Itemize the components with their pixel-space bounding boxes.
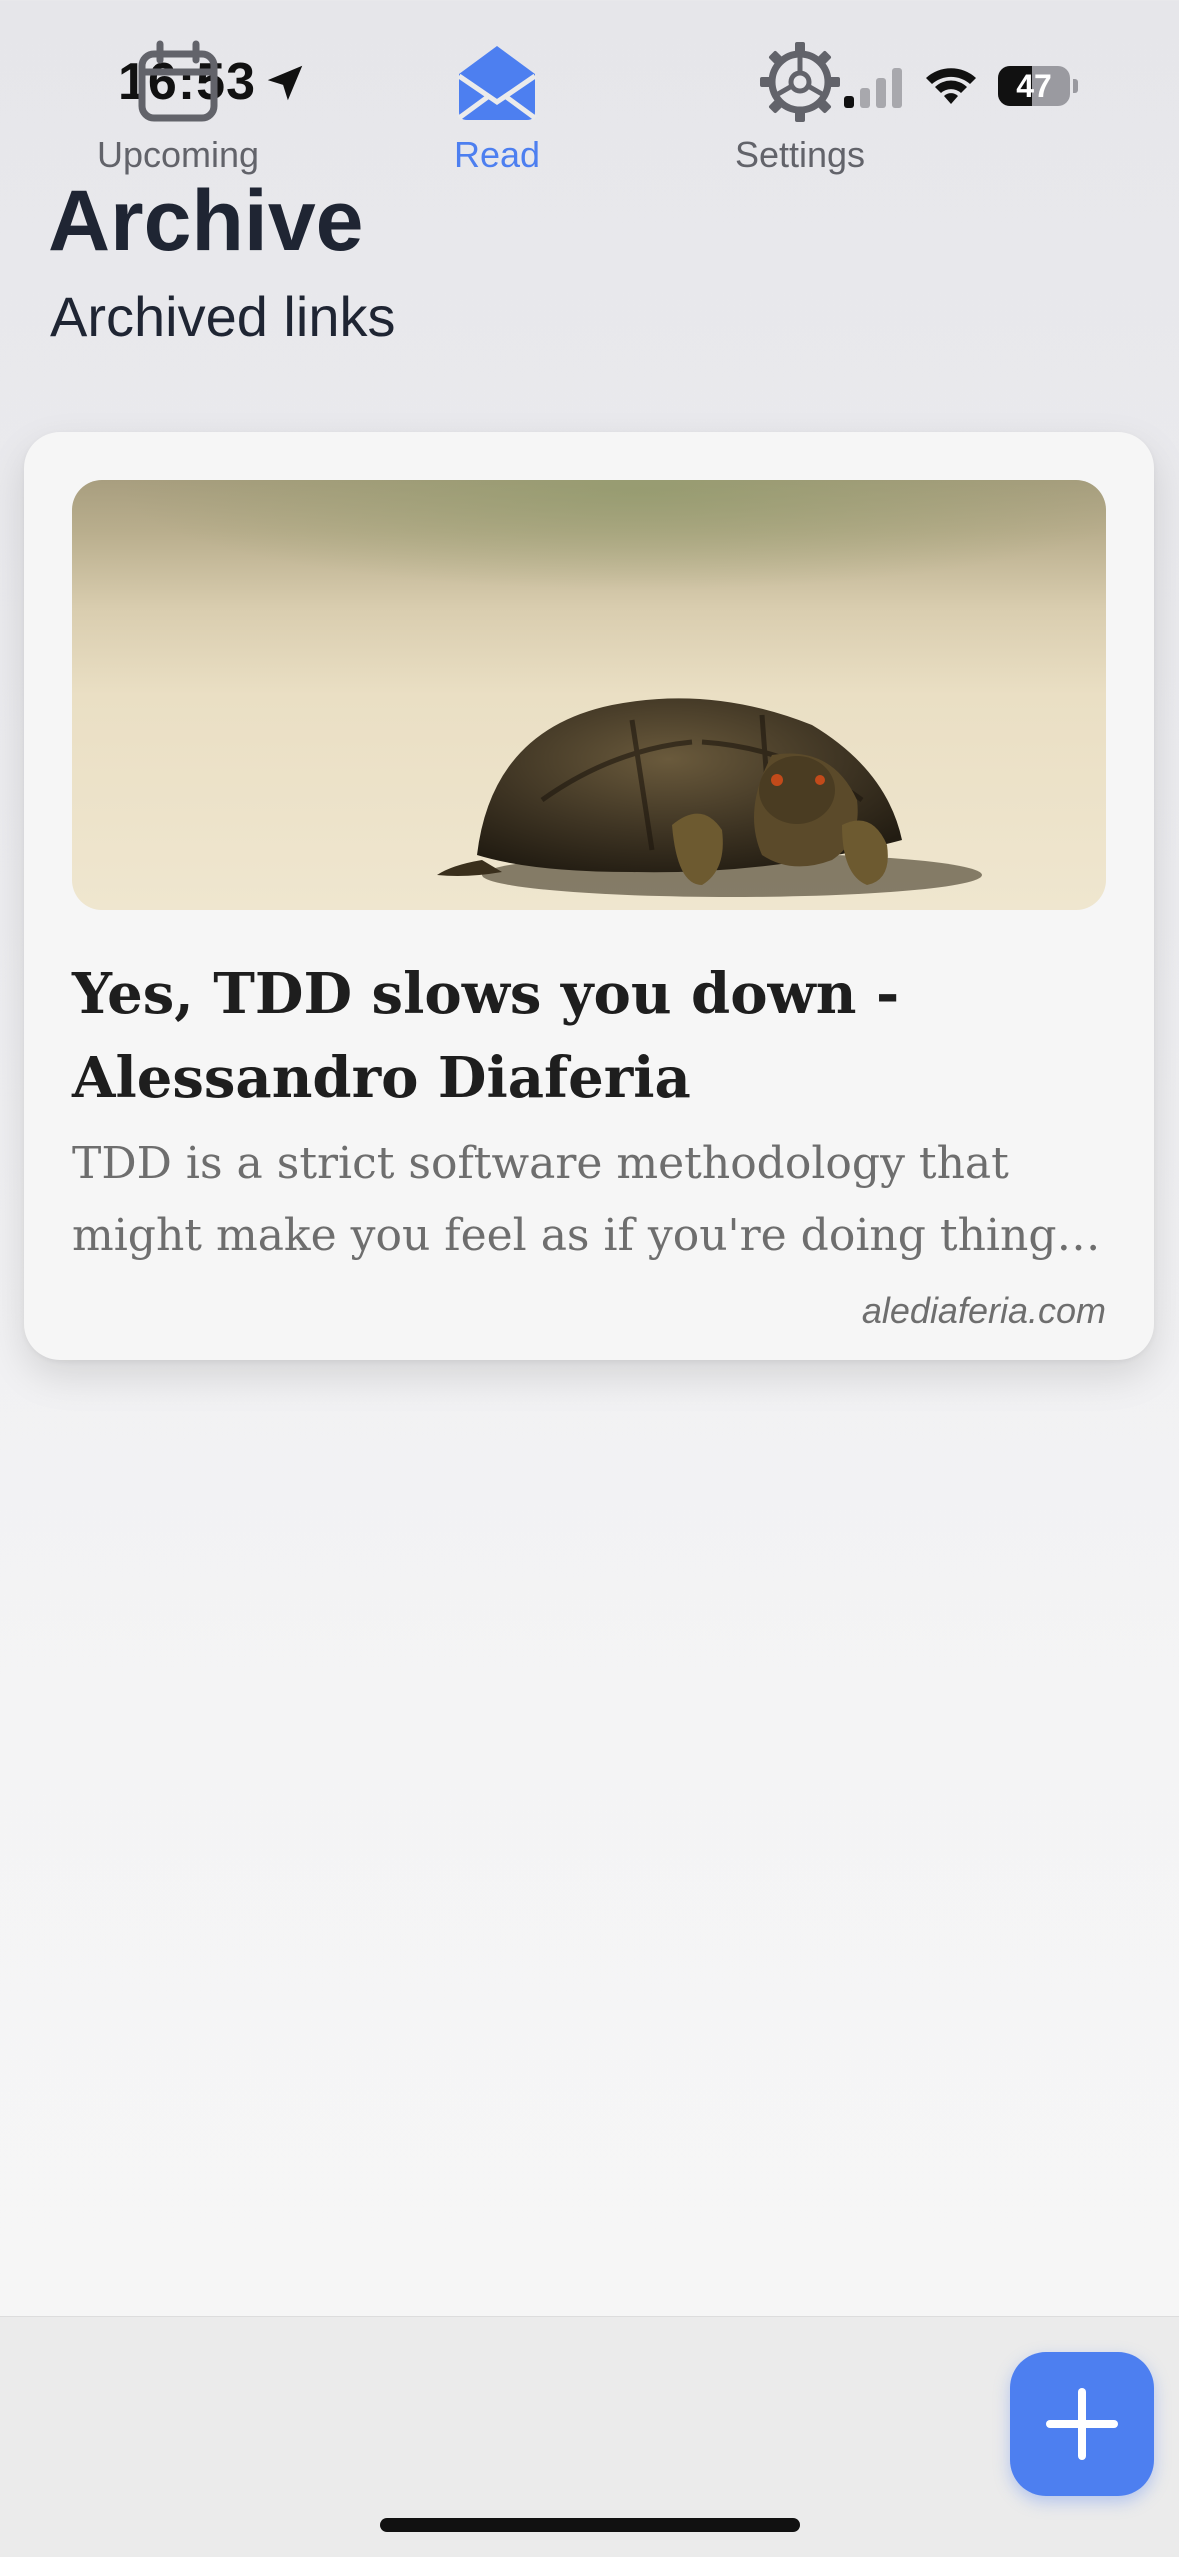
plus-icon bbox=[1046, 2388, 1118, 2460]
card-domain: alediaferia.com bbox=[861, 1290, 1106, 1331]
tab-label-read: Read bbox=[453, 134, 541, 175]
card-description: TDD is a strict software methodology tha… bbox=[72, 1138, 1080, 1261]
calendar-icon bbox=[138, 40, 218, 122]
open-envelope-icon bbox=[457, 46, 537, 121]
tab-upcoming[interactable]: Upcoming bbox=[38, 40, 318, 190]
tab-label-upcoming: Upcoming bbox=[96, 134, 260, 175]
battery-icon: 47 bbox=[998, 66, 1078, 106]
add-link-button[interactable] bbox=[1010, 2352, 1154, 2496]
home-indicator[interactable] bbox=[380, 2518, 800, 2532]
tab-read[interactable]: Read bbox=[357, 40, 637, 190]
card-thumbnail-turtle-photo bbox=[72, 480, 1106, 910]
battery-percent: 47 bbox=[1016, 68, 1052, 104]
tab-settings[interactable]: Settings bbox=[660, 40, 940, 190]
gear-icon bbox=[760, 42, 840, 122]
archived-link-card[interactable]: Yes, TDD slows you down - Alessandro Dia… bbox=[24, 432, 1154, 1360]
page-subtitle: Archived links bbox=[50, 285, 396, 348]
tab-label-settings: Settings bbox=[734, 134, 866, 175]
card-title: Yes, TDD slows you down - Alessandro Dia… bbox=[72, 961, 900, 1111]
